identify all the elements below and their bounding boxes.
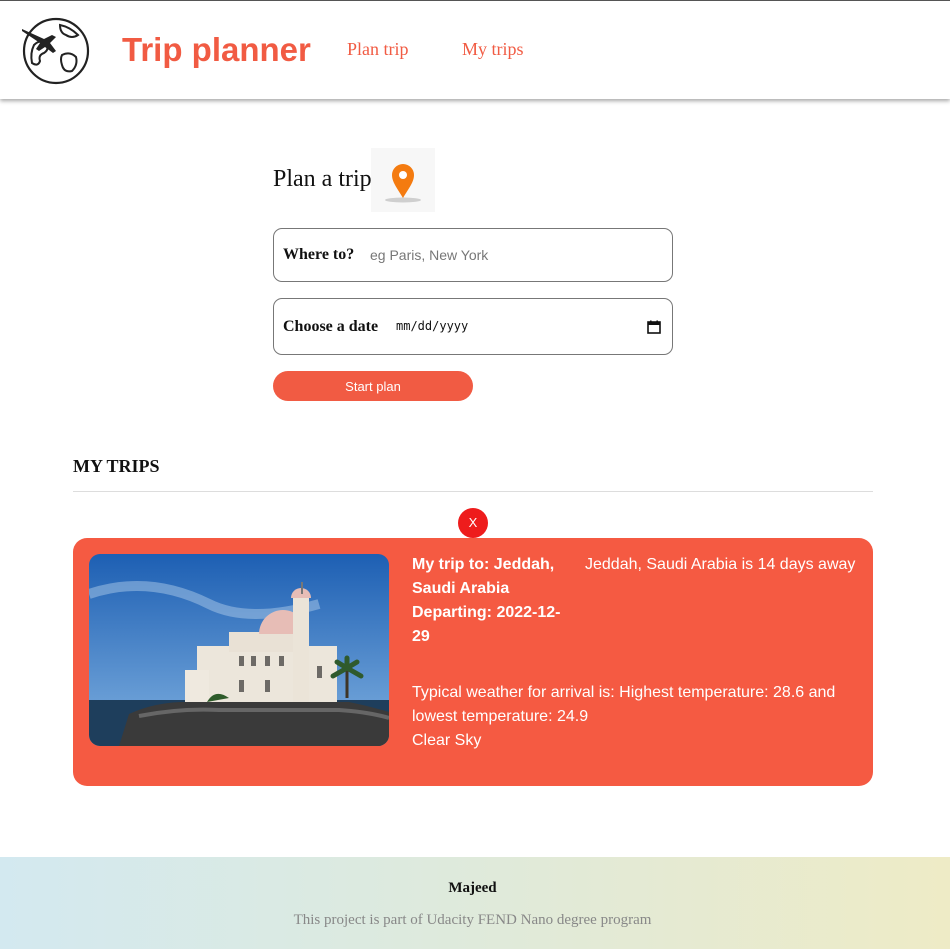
nav-my-trips[interactable]: My trips (462, 39, 524, 60)
header: Trip planner Plan trip My trips (0, 0, 950, 99)
trip-destination: My trip to: Jeddah, Saudi Arabia (412, 556, 555, 597)
trip-weather: Typical weather for arrival is: Highest … (412, 681, 852, 753)
date-input[interactable]: mm/dd/yyyy (396, 319, 468, 333)
trip-title: My trip to: Jeddah, Saudi Arabia Departi… (412, 553, 574, 649)
remove-trip-button[interactable]: X (458, 508, 488, 538)
map-pin-icon (371, 148, 435, 212)
destination-label: Where to? (283, 246, 355, 263)
trip-departure: Departing: 2022-12-29 (412, 604, 561, 645)
mosque-photo (89, 554, 389, 746)
date-field: Choose a date mm/dd/yyyy (273, 298, 673, 355)
plan-heading: Plan a trip (273, 166, 372, 192)
app-title: Trip planner (122, 31, 311, 68)
trip-card: My trip to: Jeddah, Saudi Arabia Departi… (73, 538, 873, 786)
destination-field: Where to? (273, 228, 673, 282)
date-label: Choose a date (283, 318, 379, 335)
weather-summary: Typical weather for arrival is: Highest … (412, 684, 836, 725)
trip-countdown: Jeddah, Saudi Arabia is 14 days away (585, 556, 856, 573)
weather-sky: Clear Sky (412, 732, 482, 749)
footer-author: Majeed (448, 880, 497, 896)
my-trips-heading: MY TRIPS (73, 456, 160, 476)
footer-note: This project is part of Udacity FEND Nan… (293, 912, 652, 928)
globe-airplane-icon[interactable] (18, 15, 92, 85)
calendar-icon[interactable] (647, 320, 661, 334)
start-plan-button[interactable]: Start plan (273, 371, 473, 401)
divider (73, 491, 873, 492)
destination-input[interactable] (370, 243, 660, 267)
nav-plan-trip[interactable]: Plan trip (347, 39, 409, 60)
footer: Majeed This project is part of Udacity F… (0, 857, 950, 949)
